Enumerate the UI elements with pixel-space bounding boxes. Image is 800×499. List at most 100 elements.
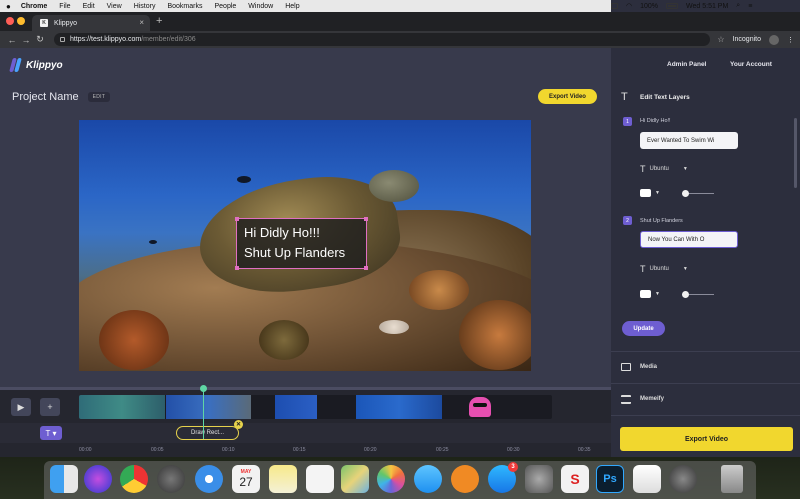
text-overlay[interactable]: Hi Didly Ho!!! Shut Up Flanders [235, 217, 368, 270]
draw-rect-button[interactable]: Draw Rect... [176, 426, 239, 440]
chrome-menu-icon[interactable]: ⋮ [787, 36, 794, 44]
klippyo-logo[interactable]: Klippyo [9, 58, 63, 72]
layer-1-text-input[interactable]: Ever Wanted To Swim Wi [640, 132, 738, 149]
font-icon: T [640, 264, 646, 274]
trash-icon[interactable] [721, 465, 743, 493]
chevron-down-icon: ▼ [655, 291, 660, 297]
calendar-icon[interactable]: MAY 27 [232, 465, 260, 493]
close-draw-rect-icon[interactable]: ✕ [234, 420, 243, 429]
media-section[interactable]: Media [611, 352, 800, 382]
menu-history[interactable]: History [134, 3, 156, 10]
memeify-icon [621, 394, 631, 404]
clock[interactable]: Wed 5:51 PM [686, 3, 728, 10]
layer-2-size-slider[interactable] [682, 291, 714, 298]
font-name: Ubuntu [649, 266, 669, 272]
incognito-icon[interactable] [769, 34, 779, 45]
address-bar[interactable]: https://test.klippyo.com/member/edit/306 [54, 33, 710, 46]
color-swatch[interactable] [640, 290, 651, 298]
new-tab-icon[interactable]: + [156, 15, 162, 27]
slider-knob[interactable] [682, 291, 689, 298]
forward-icon[interactable]: → [20, 35, 32, 45]
export-video-button[interactable]: Export Video [620, 427, 793, 451]
edit-project-button[interactable]: EDIT [87, 92, 111, 102]
your-account-link[interactable]: Your Account [730, 61, 772, 68]
apple-icon[interactable]: ● [6, 2, 11, 11]
final-cut-icon[interactable] [669, 465, 697, 493]
text-icon: T [621, 91, 628, 103]
launchpad-icon[interactable] [157, 465, 185, 493]
clip[interactable] [166, 395, 251, 419]
wifi-icon[interactable]: ◠ [626, 2, 632, 10]
battery-icon[interactable] [666, 3, 679, 9]
timeline-ruler: 00:00 00:05 00:10 00:15 00:20 00:25 00:3… [0, 445, 611, 457]
safari-icon[interactable] [195, 465, 223, 493]
minimize-window-icon[interactable] [17, 17, 25, 25]
meme-sticker-clip[interactable] [469, 397, 491, 417]
clip[interactable] [356, 395, 442, 419]
sketch-icon[interactable]: S [561, 465, 589, 493]
menu-people[interactable]: People [214, 3, 236, 10]
search-icon[interactable]: ⌕ [736, 2, 740, 10]
video-preview[interactable]: Hi Didly Ho!!! Shut Up Flanders [79, 120, 531, 371]
screen-icon[interactable] [611, 3, 618, 9]
photoshop-icon[interactable]: Ps [596, 465, 624, 493]
coral [459, 300, 531, 370]
bookmark-star-icon[interactable]: ☆ [717, 35, 724, 44]
add-text-layer-button[interactable]: T ▾ [40, 426, 62, 440]
layer-2-text-input[interactable]: Now You Can With O [640, 231, 738, 248]
books-icon[interactable] [451, 465, 479, 493]
timeline-divider [0, 387, 611, 390]
layer-2-font-select[interactable]: T Ubuntu ▼ [640, 264, 688, 274]
panel-scrollbar[interactable] [794, 118, 797, 188]
maps-icon[interactable] [341, 465, 369, 493]
menu-help[interactable]: Help [285, 3, 299, 10]
clip[interactable] [275, 395, 317, 419]
layer-1-color-picker[interactable]: ▼ [640, 189, 660, 197]
update-button[interactable]: Update [622, 321, 665, 336]
menu-chrome[interactable]: Chrome [21, 3, 47, 10]
menu-bookmarks[interactable]: Bookmarks [167, 3, 202, 10]
coral [409, 270, 469, 310]
browser-toolbar: ← → ↻ https://test.klippyo.com/member/ed… [0, 31, 800, 48]
app-store-icon[interactable]: 3 [488, 462, 518, 493]
playhead-handle[interactable] [200, 385, 207, 392]
photos-icon[interactable] [377, 465, 405, 493]
coral [99, 310, 169, 370]
menu-file[interactable]: File [59, 3, 70, 10]
menu-edit[interactable]: Edit [83, 3, 95, 10]
battery-percent: 100% [640, 2, 659, 10]
memeify-section[interactable]: Memeify [611, 384, 800, 414]
finder-icon[interactable] [50, 465, 78, 493]
close-tab-icon[interactable]: × [139, 18, 144, 27]
chrome-icon[interactable] [120, 465, 148, 493]
edit-text-layers-header[interactable]: T Edit Text Layers [611, 86, 800, 108]
media-icon [621, 363, 631, 371]
app-store-badge: 3 [508, 462, 518, 472]
reload-icon[interactable]: ↻ [34, 34, 46, 45]
menu-view[interactable]: View [107, 3, 122, 10]
notes-icon[interactable] [269, 465, 297, 493]
lock-icon[interactable] [60, 37, 65, 42]
memeify-title: Memeify [640, 396, 665, 402]
layer-1-size-slider[interactable] [682, 190, 714, 197]
slider-knob[interactable] [682, 190, 689, 197]
layer-2-color-picker[interactable]: ▼ [640, 290, 660, 298]
color-swatch[interactable] [640, 189, 651, 197]
clip[interactable] [79, 395, 165, 419]
reminders-icon[interactable] [306, 465, 334, 493]
messages-icon[interactable] [414, 465, 442, 493]
logo-text: Klippyo [26, 59, 63, 71]
export-video-button-top[interactable]: Export Video [538, 89, 597, 104]
siri-icon[interactable] [84, 465, 112, 493]
text-edit-icon[interactable] [633, 465, 661, 493]
add-clip-button[interactable]: + [40, 398, 60, 416]
admin-panel-link[interactable]: Admin Panel [667, 61, 706, 68]
system-preferences-icon[interactable] [525, 465, 553, 493]
menu-list-icon[interactable]: ≡ [748, 3, 752, 10]
browser-tab[interactable]: K Klippyo × [32, 15, 150, 31]
close-window-icon[interactable] [6, 17, 14, 25]
menu-window[interactable]: Window [248, 3, 273, 10]
layer-1-font-select[interactable]: T Ubuntu ▼ [640, 164, 688, 174]
play-button[interactable]: ▶ [11, 398, 31, 416]
back-icon[interactable]: ← [6, 35, 18, 45]
